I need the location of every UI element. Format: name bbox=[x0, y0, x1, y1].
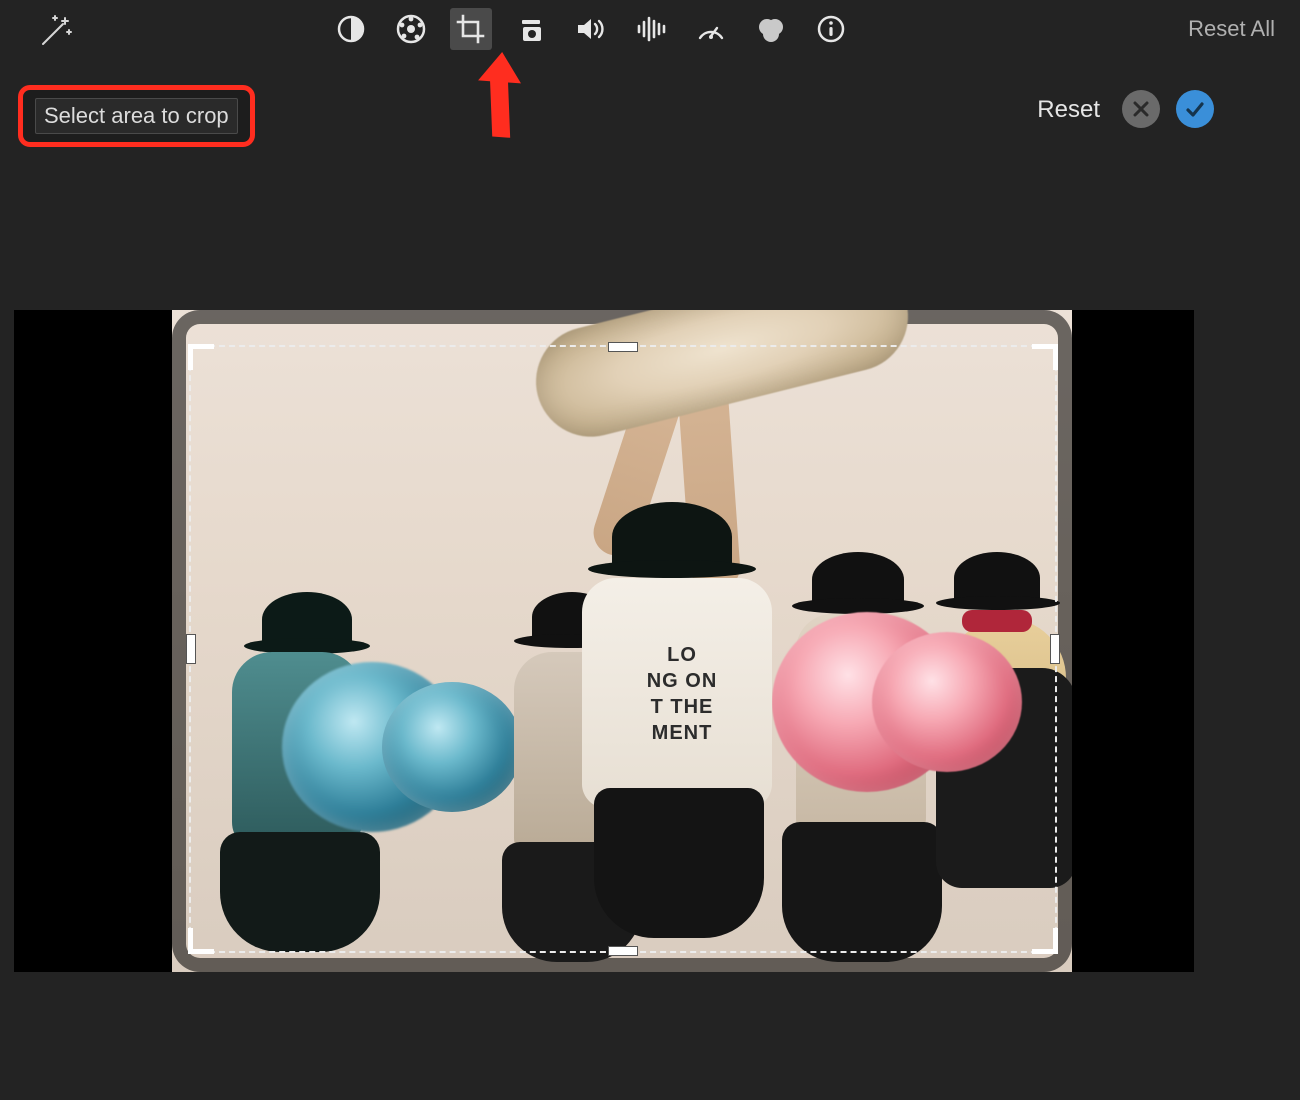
color-filter-icon[interactable] bbox=[750, 8, 792, 50]
crop-handle-bottom-right[interactable] bbox=[1032, 928, 1058, 954]
cancel-crop-button[interactable] bbox=[1122, 90, 1160, 128]
reset-button[interactable]: Reset bbox=[1037, 96, 1100, 124]
crop-handle-top-left[interactable] bbox=[188, 344, 214, 370]
noise-reduction-icon[interactable] bbox=[630, 8, 672, 50]
color-correction-icon[interactable] bbox=[330, 8, 372, 50]
volume-icon[interactable] bbox=[570, 8, 612, 50]
crop-handle-bottom[interactable] bbox=[608, 946, 638, 956]
crop-handle-top-right[interactable] bbox=[1032, 344, 1058, 370]
adjustments-toolbar: Reset All bbox=[0, 0, 1300, 55]
color-balance-icon[interactable] bbox=[390, 8, 432, 50]
stabilization-icon[interactable] bbox=[510, 8, 552, 50]
crop-selection-box[interactable] bbox=[189, 345, 1057, 953]
crop-handle-top[interactable] bbox=[608, 342, 638, 352]
speed-icon[interactable] bbox=[690, 8, 732, 50]
video-preview-area: LO NG ON T THE MENT bbox=[14, 310, 1194, 972]
crop-instruction-label: Select area to crop bbox=[35, 98, 238, 134]
apply-crop-button[interactable] bbox=[1176, 90, 1214, 128]
annotation-arrow-icon bbox=[465, 52, 535, 147]
magic-wand-icon[interactable] bbox=[35, 12, 75, 57]
crop-handle-left[interactable] bbox=[186, 634, 196, 664]
clip-info-icon[interactable] bbox=[810, 8, 852, 50]
crop-instruction-highlight: Select area to crop bbox=[18, 85, 255, 147]
crop-icon[interactable] bbox=[450, 8, 492, 50]
crop-handle-right[interactable] bbox=[1050, 634, 1060, 664]
crop-handle-bottom-left[interactable] bbox=[188, 928, 214, 954]
reset-all-button[interactable]: Reset All bbox=[1188, 16, 1275, 42]
